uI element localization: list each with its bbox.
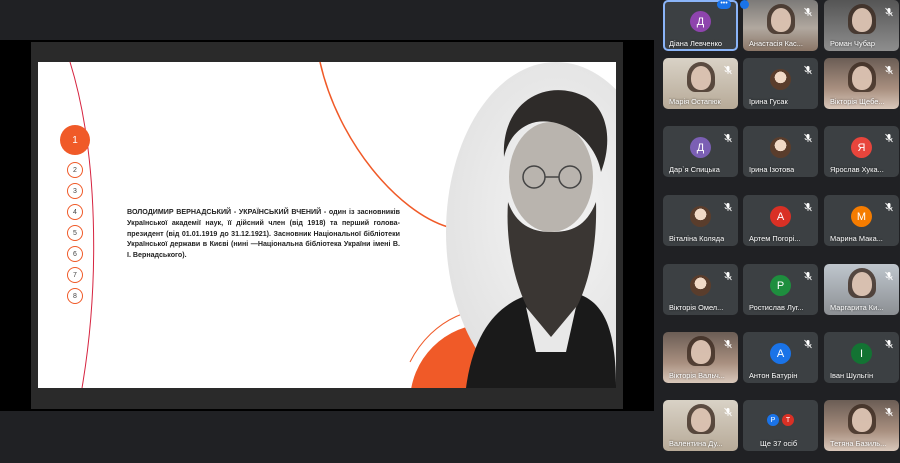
mic-muted-icon: [803, 199, 813, 212]
participant-tile[interactable]: Ірина Гусак: [743, 58, 818, 109]
participant-avatar: Я: [851, 137, 872, 158]
participant-tile[interactable]: Роман Чубар: [824, 0, 899, 51]
mic-muted-icon: [884, 4, 894, 17]
participant-tile[interactable]: А Артем Погорі...: [743, 195, 818, 246]
participant-avatar: Д: [690, 11, 711, 32]
participant-name: Ростислав Луг...: [749, 303, 804, 312]
participant-name: Ярослав Хука...: [830, 165, 884, 174]
meeting-window: 1 2 3 4 5 6 7 8 ВОЛОДИМИР ВЕРНАДСЬКИЙ - …: [0, 0, 900, 463]
participant-photo-avatar: [770, 69, 791, 90]
mic-muted-icon: [803, 62, 813, 75]
participant-tile[interactable]: Д Дар`я Спицька: [663, 126, 738, 177]
participant-tile[interactable]: Вікторія Вальч...: [663, 332, 738, 383]
participant-avatar: Д: [690, 137, 711, 158]
participant-tile[interactable]: Валентина Ду...: [663, 400, 738, 451]
slide-body-text: ВОЛОДИМИР ВЕРНАДСЬКИЙ - УКРАЇНСЬКИЙ ВЧЕН…: [127, 208, 400, 260]
mic-muted-icon: [723, 130, 733, 143]
mic-muted-icon: [723, 199, 733, 212]
mic-muted-icon: [723, 336, 733, 349]
participant-name: Вікторія Вальч...: [669, 371, 725, 380]
participant-tile[interactable]: Р Т Ще 37 осіб: [743, 400, 818, 451]
participant-face: [771, 8, 791, 32]
participant-face: [852, 66, 872, 90]
participant-name: Ірина Гусак: [749, 97, 788, 106]
participant-tile[interactable]: І Іван Шульгін: [824, 332, 899, 383]
mic-muted-icon: [723, 268, 733, 281]
mic-muted-icon: [884, 336, 894, 349]
participant-name: Вікторія Щебе...: [830, 97, 885, 106]
participant-tile[interactable]: Р Ростислав Луг...: [743, 264, 818, 315]
slide-nav-7[interactable]: 7: [67, 267, 83, 283]
slide-nav-4[interactable]: 4: [67, 204, 83, 220]
participant-name: Валентина Ду...: [669, 439, 723, 448]
mic-muted-icon: [884, 62, 894, 75]
participant-name: Марія Остапюк: [669, 97, 721, 106]
participant-name: Антон Батурін: [749, 371, 798, 380]
participant-name: Іван Шульгін: [830, 371, 874, 380]
mic-muted-icon: [723, 404, 733, 417]
participant-tile[interactable]: М Марина Мака...: [824, 195, 899, 246]
participant-name: Вікторія Омел...: [669, 303, 724, 312]
participant-tile[interactable]: Я Ярослав Хука...: [824, 126, 899, 177]
participant-face: [691, 340, 711, 364]
slide-nav-3[interactable]: 3: [67, 183, 83, 199]
participant-photo-avatar: [690, 275, 711, 296]
portrait-image: [446, 62, 616, 388]
participant-name: Ірина Ізотова: [749, 165, 795, 174]
participant-tile[interactable]: Тетяна Базиль...: [824, 400, 899, 451]
mic-muted-icon: [803, 4, 813, 17]
mic-muted-icon: [884, 404, 894, 417]
slide-nav-8[interactable]: 8: [67, 288, 83, 304]
mic-muted-icon: [884, 130, 894, 143]
participant-name: Дар`я Спицька: [669, 165, 720, 174]
mic-muted-icon: [884, 199, 894, 212]
participant-avatar: Р: [770, 275, 791, 296]
participant-avatar: А: [770, 206, 791, 227]
more-participants-avatar: Т: [781, 413, 795, 427]
participant-name: Анастасія Кас...: [749, 39, 803, 48]
participant-avatar: А: [770, 343, 791, 364]
mic-muted-icon: [884, 268, 894, 281]
participant-name: Маргарита Ки...: [830, 303, 884, 312]
participant-name: Ще 37 осіб: [760, 439, 798, 448]
participant-face: [691, 66, 711, 90]
participant-face: [852, 272, 872, 296]
participant-tile[interactable]: А Антон Батурін: [743, 332, 818, 383]
mic-muted-icon: [803, 336, 813, 349]
participant-name: Роман Чубар: [830, 39, 876, 48]
participant-name: Діана Левченко: [669, 39, 723, 48]
participant-tile[interactable]: Анастасія Кас...: [743, 0, 818, 51]
participant-tile[interactable]: Марія Остапюк: [663, 58, 738, 109]
participant-name: Віталіна Коляда: [669, 234, 725, 243]
participant-tile[interactable]: Віталіна Коляда: [663, 195, 738, 246]
participant-tile[interactable]: Вікторія Омел...: [663, 264, 738, 315]
slide: 1 2 3 4 5 6 7 8 ВОЛОДИМИР ВЕРНАДСЬКИЙ - …: [38, 62, 616, 388]
mic-muted-icon: [803, 268, 813, 281]
more-options-button[interactable]: •••: [717, 0, 731, 9]
participant-face: [852, 408, 872, 432]
participant-tile[interactable]: Ірина Ізотова: [743, 126, 818, 177]
participant-face: [852, 8, 872, 32]
mic-muted-icon: [723, 62, 733, 75]
slide-nav-1[interactable]: 1: [60, 125, 90, 155]
slide-nav-5[interactable]: 5: [67, 225, 83, 241]
more-participants-avatar: Р: [766, 413, 780, 427]
participant-tile[interactable]: Вікторія Щебе...: [824, 58, 899, 109]
participant-name: Марина Мака...: [830, 234, 883, 243]
participant-avatar: М: [851, 206, 872, 227]
participant-face: [691, 408, 711, 432]
participant-avatar: І: [851, 343, 872, 364]
speaking-indicator-icon: [740, 0, 749, 9]
slide-nav-2[interactable]: 2: [67, 162, 83, 178]
participant-name: Артем Погорі...: [749, 234, 801, 243]
slide-nav-6[interactable]: 6: [67, 246, 83, 262]
participant-tile[interactable]: Маргарита Ки...: [824, 264, 899, 315]
participant-photo-avatar: [690, 206, 711, 227]
participant-photo-avatar: [770, 137, 791, 158]
participant-name: Тетяна Базиль...: [830, 439, 887, 448]
mic-muted-icon: [803, 130, 813, 143]
